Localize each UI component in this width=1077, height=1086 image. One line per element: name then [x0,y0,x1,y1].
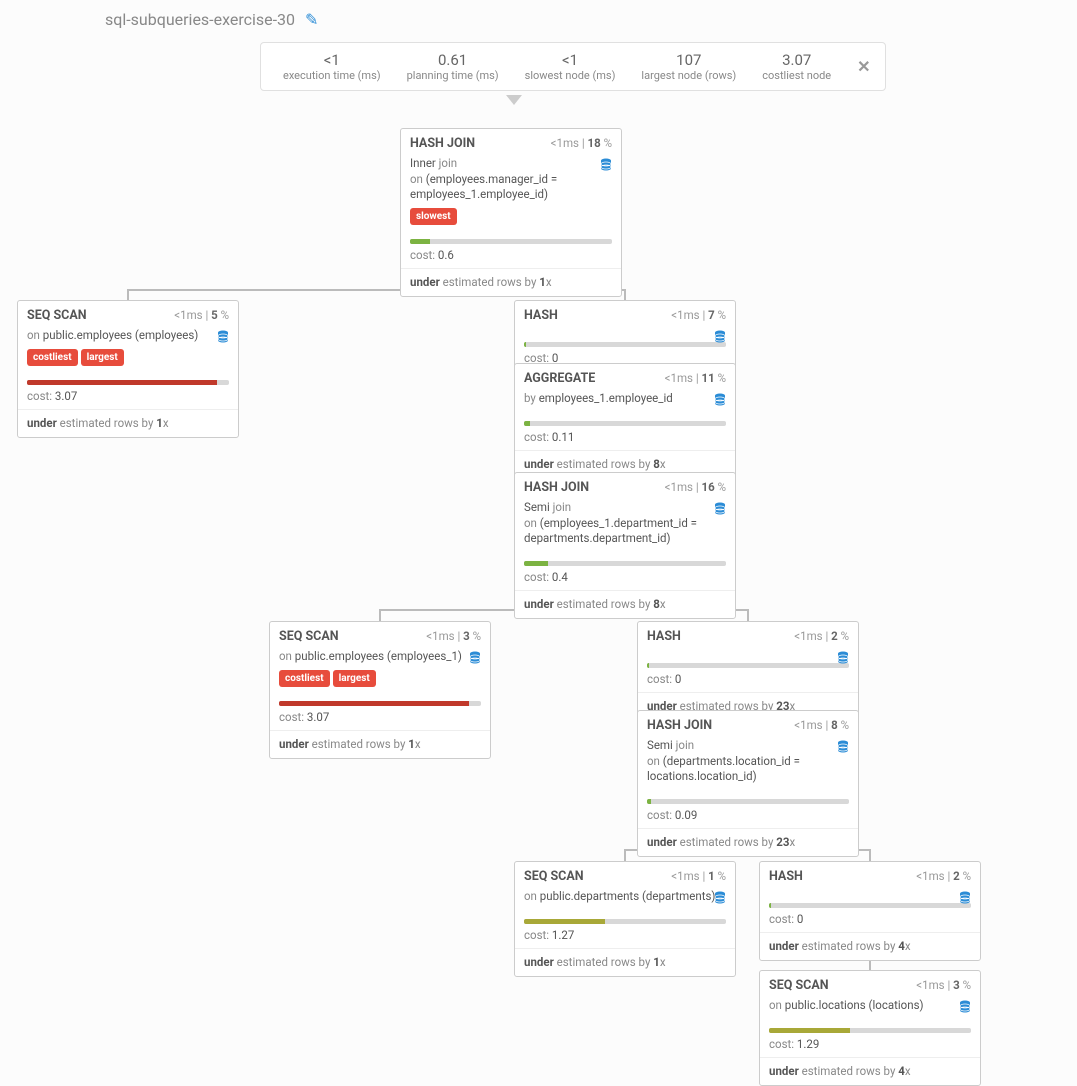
edit-icon[interactable]: ✎ [305,10,318,29]
node-seq-scan-departments[interactable]: SEQ SCAN <1ms | 1 % on public.department… [514,861,736,977]
database-icon [469,651,481,665]
page-title: sql-subqueries-exercise-30 ✎ [105,10,318,29]
node-hash-join-2[interactable]: HASH JOIN <1ms | 16 % Semi join on (empl… [514,472,736,619]
node-seq-scan-employees-1[interactable]: SEQ SCAN <1ms | 3 % on public.employees … [269,621,491,759]
stat-slowest-node: <1 slowest node (ms) [517,51,624,82]
close-icon[interactable]: ✕ [849,57,870,76]
stat-planning-time: 0.61 planning time (ms) [399,51,507,82]
database-icon [714,502,726,516]
database-icon [959,1000,971,1014]
database-icon [837,740,849,754]
node-aggregate[interactable]: AGGREGATE <1ms | 11 % by employees_1.emp… [514,363,736,479]
node-hash-join-root[interactable]: HASH JOIN <1ms | 18 % Inner join on (emp… [400,128,622,297]
database-icon [714,393,726,407]
database-icon [714,330,726,344]
node-seq-scan-employees[interactable]: SEQ SCAN <1ms | 5 % on public.employees … [17,300,239,438]
node-seq-scan-locations[interactable]: SEQ SCAN <1ms | 3 % on public.locations … [759,970,981,1086]
node-hash-3[interactable]: HASH <1ms | 2 % cost: 0 under estimated … [759,861,981,961]
stat-largest-node: 107 largest node (rows) [633,51,744,82]
database-icon [714,891,726,905]
node-hash-2[interactable]: HASH <1ms | 2 % cost: 0 under estimated … [637,621,859,721]
database-icon [600,158,612,172]
database-icon [959,891,971,905]
arrow-down-icon [506,95,522,105]
database-icon [217,330,229,344]
stat-execution-time: <1 execution time (ms) [275,51,389,82]
database-icon [837,651,849,665]
stat-costliest-node: 3.07 costliest node [754,51,839,82]
node-hash-join-3[interactable]: HASH JOIN <1ms | 8 % Semi join on (depar… [637,710,859,857]
stats-bar: <1 execution time (ms) 0.61 planning tim… [260,42,886,91]
